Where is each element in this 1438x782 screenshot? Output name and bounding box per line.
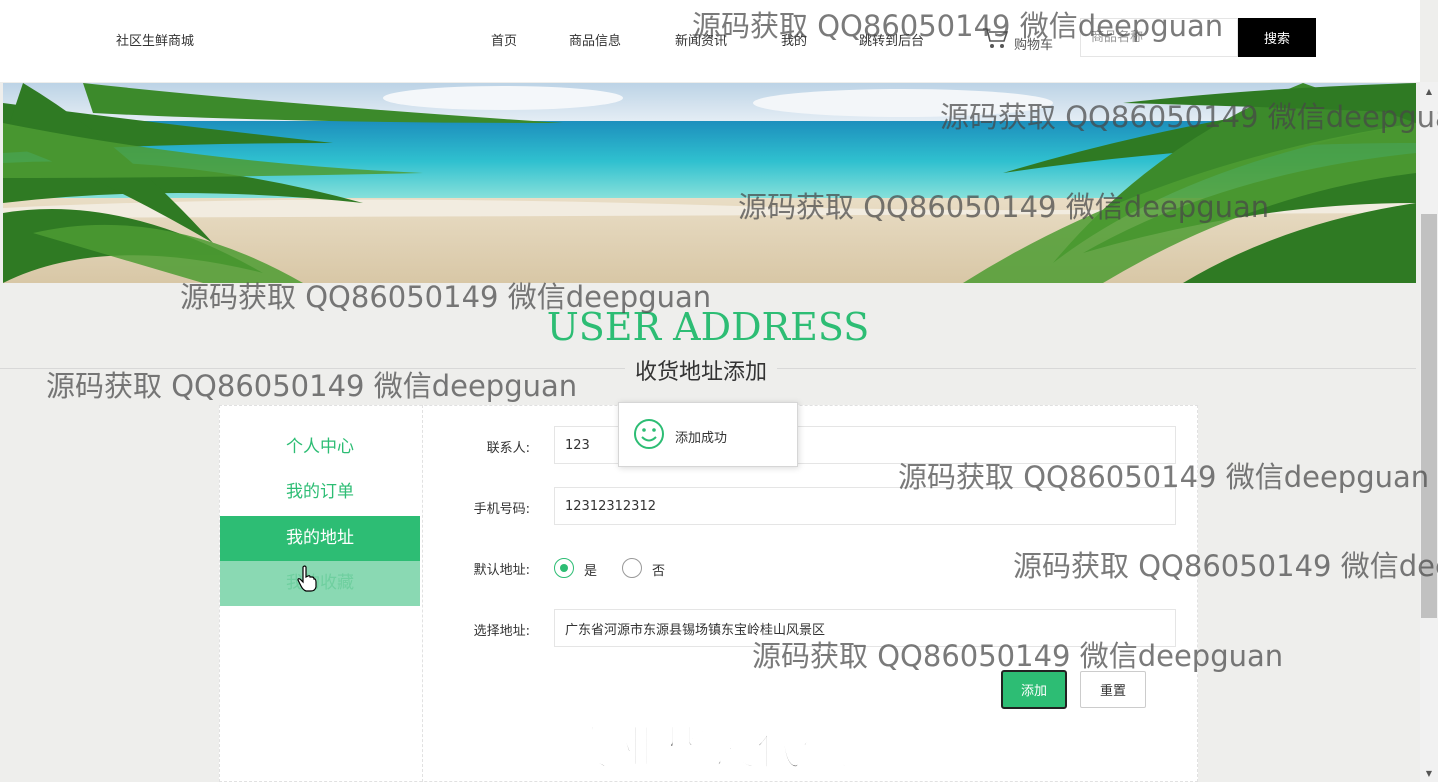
cart-icon (983, 28, 1009, 48)
sidebar-item-address[interactable]: 我的地址 (220, 516, 420, 561)
default-yes-radio[interactable] (554, 558, 574, 578)
sidebar-item-orders[interactable]: 我的订单 (220, 470, 420, 515)
nav-admin[interactable]: 跳转到后台 (859, 30, 924, 49)
search-input[interactable] (1080, 18, 1238, 57)
nav-mine[interactable]: 我的 (781, 30, 807, 49)
section-title-cn: 收货地址添加 (625, 354, 778, 386)
reset-button[interactable]: 重置 (1080, 671, 1146, 708)
nav-home[interactable]: 首页 (491, 30, 517, 49)
cart-label: 购物车 (1014, 37, 1054, 53)
page-scrollbar[interactable]: ▲ ▼ (1420, 82, 1438, 782)
scroll-down-arrow-icon[interactable]: ▼ (1420, 764, 1438, 782)
search-button[interactable]: 搜索 (1238, 18, 1316, 57)
site-brand[interactable]: 社区生鲜商城 (116, 30, 194, 49)
default-no-label: 否 (652, 564, 666, 579)
nav-products[interactable]: 商品信息 (569, 30, 621, 49)
sidebar-item-profile[interactable]: 个人中心 (220, 425, 420, 470)
scroll-up-arrow-icon[interactable]: ▲ (1420, 82, 1438, 100)
smile-icon (634, 419, 664, 449)
contact-label: 联系人: (486, 441, 530, 456)
phone-input[interactable] (554, 487, 1176, 525)
default-address-label: 默认地址: (473, 563, 530, 578)
sidebar-item-favorites[interactable]: 我的收藏 (220, 561, 420, 606)
default-yes-label: 是 (584, 564, 598, 579)
address-select[interactable] (554, 609, 1176, 647)
add-button[interactable]: 添加 (1001, 670, 1067, 709)
cart-link[interactable]: 购物车 (982, 26, 1054, 53)
beach-banner (3, 83, 1416, 283)
phone-label: 手机号码: (473, 502, 530, 517)
nav-news[interactable]: 新闻资讯 (675, 30, 727, 49)
scroll-thumb[interactable] (1421, 214, 1437, 618)
default-no-radio[interactable] (622, 558, 642, 578)
watermark: 源码获取 QQ86050149 微信deepguan (46, 369, 578, 403)
section-title-en: USER ADDRESS (546, 305, 870, 349)
site-header: 社区生鲜商城 首页 商品信息 新闻资讯 我的 跳转到后台 购物车 搜索 (0, 0, 1420, 82)
toast-message: 添加成功 (675, 431, 728, 446)
address-label: 选择地址: (473, 624, 530, 639)
success-toast: 添加成功 (618, 402, 798, 467)
